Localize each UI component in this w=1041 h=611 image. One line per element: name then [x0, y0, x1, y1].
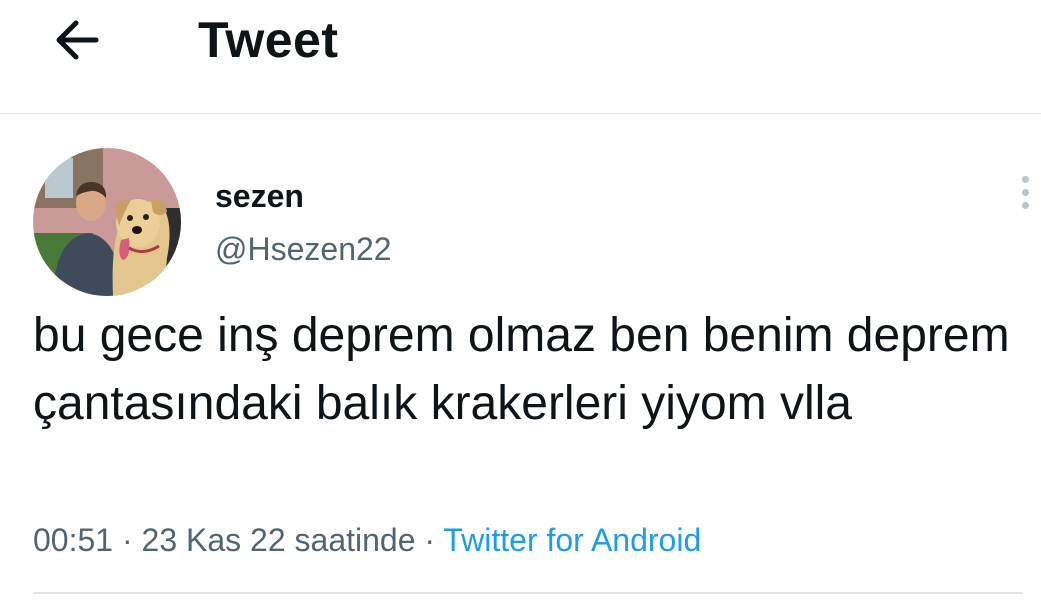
meta-separator: ·: [121, 522, 133, 558]
top-bar: Tweet: [0, 0, 1041, 114]
more-vertical-icon: [1021, 175, 1029, 183]
back-button[interactable]: [44, 10, 108, 70]
tweet-meta: 00:51 · 23 Kas 22 saatinde · Twitter for…: [33, 518, 701, 562]
page-title: Tweet: [198, 12, 339, 68]
more-vertical-icon-dot: [1021, 201, 1029, 209]
meta-separator: ·: [424, 522, 436, 558]
tweet-date[interactable]: 23 Kas 22 saatinde: [142, 522, 416, 558]
avatar[interactable]: [33, 148, 181, 296]
tweet-source-link[interactable]: Twitter for Android: [443, 522, 701, 558]
arrow-left-icon: [56, 20, 99, 60]
more-vertical-icon-dot: [1021, 188, 1029, 196]
author-handle[interactable]: @Hsezen22: [215, 229, 392, 269]
avatar-image: [33, 148, 181, 296]
author-display-name[interactable]: sezen: [215, 176, 304, 216]
divider: [33, 592, 1023, 594]
more-options-button[interactable]: [1008, 172, 1041, 212]
tweet-time[interactable]: 00:51: [33, 522, 113, 558]
tweet-text: bu gece inş deprem olmaz ben benim depre…: [33, 309, 1010, 430]
